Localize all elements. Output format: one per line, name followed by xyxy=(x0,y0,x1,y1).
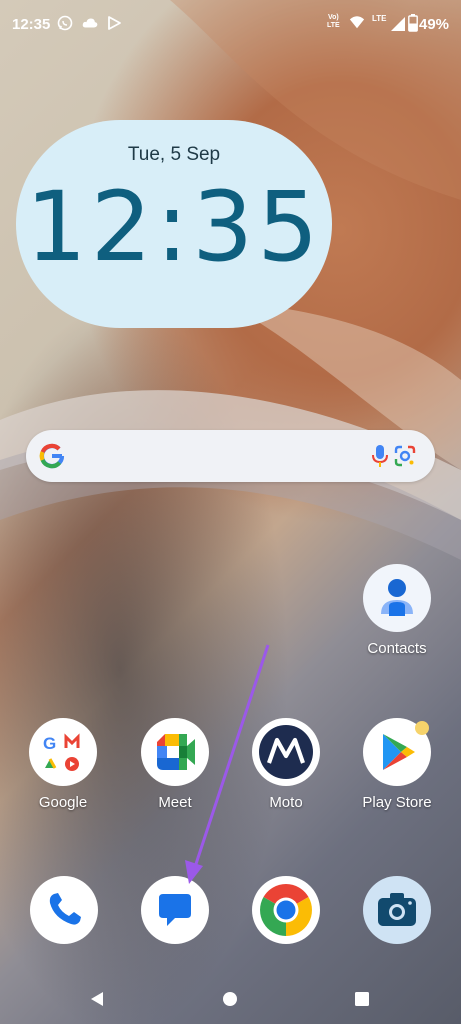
app-label-contacts: Contacts xyxy=(367,640,427,657)
dock-messages[interactable] xyxy=(130,876,220,944)
google-lens-icon[interactable] xyxy=(392,443,418,469)
chrome-icon xyxy=(252,876,320,944)
app-label-google: Google xyxy=(38,794,88,811)
status-bar: 12:35 Vo) LTE LTE 49% xyxy=(0,0,461,52)
status-time: 12:35 xyxy=(12,16,51,33)
navigation-bar xyxy=(0,970,461,1024)
app-google-folder[interactable]: G Google xyxy=(18,718,108,811)
cloud-icon xyxy=(82,18,98,28)
contacts-icon xyxy=(363,564,431,632)
meet-icon xyxy=(141,718,209,786)
app-meet[interactable]: Meet xyxy=(130,718,220,811)
google-search-bar[interactable] xyxy=(26,430,435,482)
clock-date: Tue, 5 Sep xyxy=(127,144,221,165)
dock-camera[interactable] xyxy=(352,876,442,944)
battery-icon xyxy=(408,14,418,32)
camera-icon xyxy=(363,876,431,944)
phone-icon xyxy=(30,876,98,944)
home-icon[interactable] xyxy=(221,990,239,1008)
play-games-icon xyxy=(108,16,121,30)
microphone-icon[interactable] xyxy=(368,443,392,469)
dock-phone[interactable] xyxy=(19,876,109,944)
google-folder-icon: G xyxy=(29,718,97,786)
app-label-moto: Moto xyxy=(269,794,303,811)
home-screen: 12:35 Vo) LTE LTE 49% Tue, 5 Sep 12:35 C… xyxy=(0,0,461,1024)
app-play-store[interactable]: Play Store xyxy=(352,718,442,811)
wifi-icon xyxy=(349,16,365,29)
dock-chrome[interactable] xyxy=(241,876,331,944)
whatsapp-icon xyxy=(57,15,73,31)
svg-text:G: G xyxy=(43,734,56,753)
app-moto[interactable]: Moto xyxy=(241,718,331,811)
clock-widget[interactable]: Tue, 5 Sep 12:35 xyxy=(16,120,332,328)
app-contacts[interactable]: Contacts xyxy=(352,564,442,657)
app-label-play-store: Play Store xyxy=(362,794,432,811)
lte-label: LTE xyxy=(372,14,387,23)
clock-time: 12:35 xyxy=(25,171,323,283)
google-g-icon xyxy=(39,443,65,469)
moto-icon xyxy=(252,718,320,786)
volte-bottom: LTE xyxy=(327,22,340,29)
battery-percent: 49% xyxy=(419,16,450,33)
signal-icon xyxy=(391,17,405,31)
volte-top: Vo) xyxy=(327,14,339,21)
back-icon[interactable] xyxy=(88,990,106,1008)
volte-indicator: Vo) LTE xyxy=(327,14,340,30)
notification-dot xyxy=(415,721,429,735)
messages-icon xyxy=(141,876,209,944)
recents-icon[interactable] xyxy=(353,990,371,1008)
app-label-meet: Meet xyxy=(158,794,192,811)
